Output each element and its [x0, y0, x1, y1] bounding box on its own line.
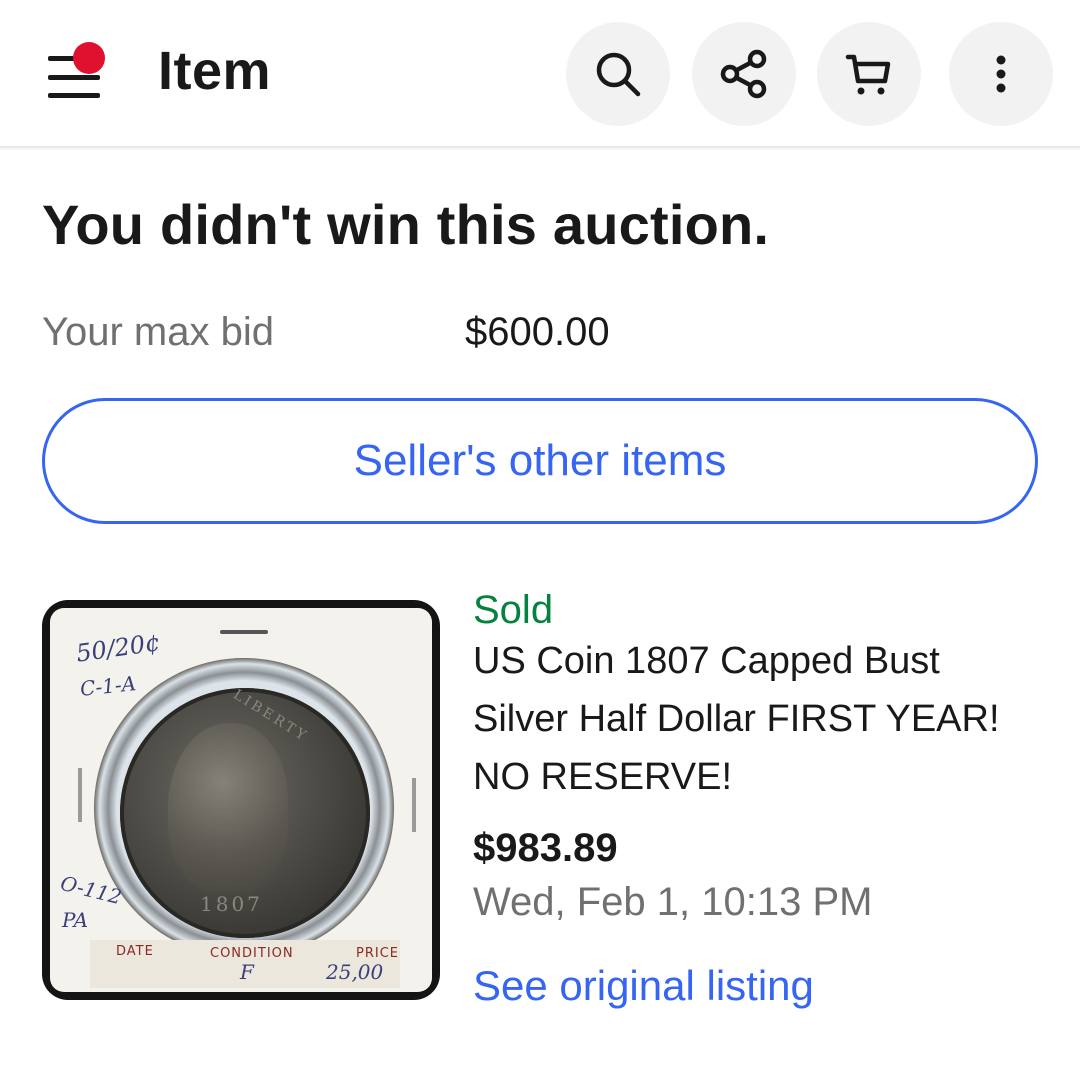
- menu-button[interactable]: [40, 40, 110, 104]
- max-bid-value: $600.00: [465, 310, 610, 354]
- page-title: Item: [158, 41, 272, 101]
- strip-condition-label: CONDITION: [210, 946, 294, 961]
- staple: [78, 768, 82, 822]
- holder-slot: [220, 630, 268, 634]
- max-bid-label: Your max bid: [42, 310, 274, 354]
- menu-icon-bar: [48, 75, 100, 80]
- handwritten-variety-2: PA: [62, 908, 89, 932]
- seller-other-items-button[interactable]: Seller's other items: [42, 398, 1038, 524]
- auction-result-heading: You didn't win this auction.: [42, 193, 770, 256]
- item-price: $983.89: [473, 826, 618, 870]
- handwritten-price: 50/20¢: [74, 628, 162, 668]
- strip-price-value: 25,00: [326, 960, 384, 984]
- notification-dot-icon: [73, 42, 105, 74]
- coin-date: 1807: [200, 892, 263, 916]
- share-button[interactable]: [692, 22, 796, 126]
- app-bar: Item: [0, 0, 1080, 148]
- coin-bust: [168, 723, 288, 893]
- cart-icon: [845, 54, 891, 95]
- strip-date-label: DATE: [116, 944, 154, 959]
- item-title-line[interactable]: NO RESERVE!: [473, 756, 732, 799]
- coin-holder: 50/20¢ C-1-A LIBERTY 1807 O-112 PA DATE …: [50, 608, 432, 992]
- see-original-listing-link[interactable]: See original listing: [473, 962, 814, 1010]
- holder-label-strip: DATE CONDITION PRICE F 25,00: [90, 940, 400, 988]
- item-status: Sold: [473, 588, 554, 632]
- item-end-date: Wed, Feb 1, 10:13 PM: [473, 880, 873, 924]
- handwritten-grade: C-1-A: [78, 671, 138, 701]
- staple: [412, 778, 416, 832]
- item-title-line[interactable]: Silver Half Dollar FIRST YEAR!: [473, 698, 1000, 741]
- cart-button[interactable]: [817, 22, 921, 126]
- more-vertical-icon: [996, 55, 1006, 93]
- search-button[interactable]: [566, 22, 670, 126]
- search-icon: [596, 52, 641, 97]
- item-image[interactable]: 50/20¢ C-1-A LIBERTY 1807 O-112 PA DATE …: [42, 600, 440, 1000]
- item-title-line[interactable]: US Coin 1807 Capped Bust: [473, 640, 940, 683]
- more-options-button[interactable]: [949, 22, 1053, 126]
- share-icon: [720, 49, 767, 99]
- strip-price-label: PRICE: [356, 946, 399, 961]
- menu-icon-bar: [48, 93, 100, 98]
- app-bar-divider: [0, 146, 1080, 150]
- strip-condition-value: F: [240, 960, 254, 984]
